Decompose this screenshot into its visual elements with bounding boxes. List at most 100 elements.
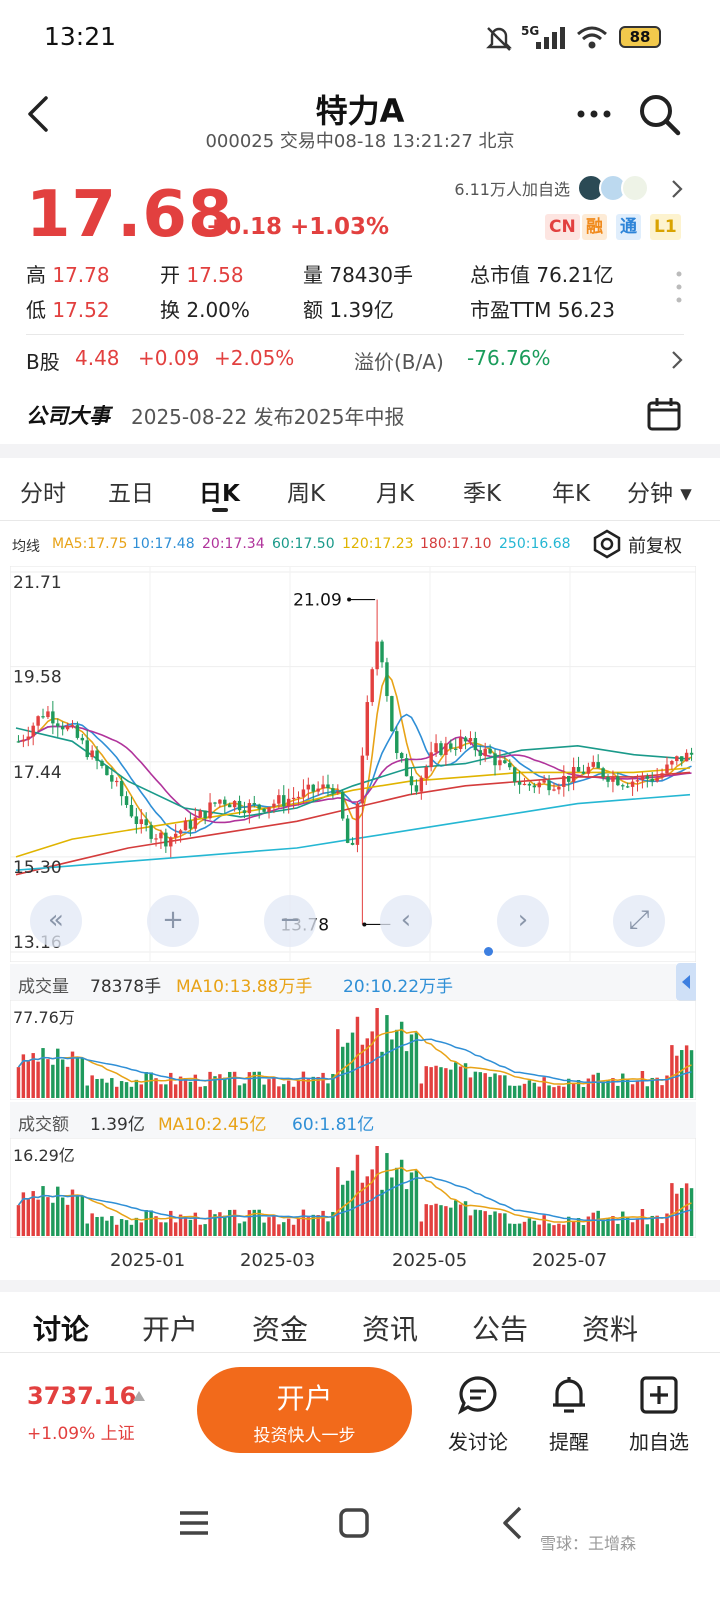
candle-body bbox=[512, 767, 517, 782]
volume-bar bbox=[625, 1079, 630, 1098]
kline-chart[interactable]: 21.7119.5817.4415.3013.16 21.0913.78 bbox=[10, 566, 696, 962]
add-box-icon bbox=[640, 1376, 678, 1414]
more-vertical-icon[interactable] bbox=[675, 270, 683, 304]
candle-body bbox=[424, 767, 428, 779]
volume-bar bbox=[635, 1080, 640, 1098]
chat-icon bbox=[457, 1376, 497, 1415]
scroll-left-fast-button[interactable]: « bbox=[30, 895, 82, 947]
candle-body bbox=[105, 765, 109, 776]
volume-bar bbox=[512, 1223, 517, 1236]
volume-bar bbox=[301, 1209, 306, 1236]
volume-bar bbox=[527, 1080, 532, 1098]
x-tick: 2025-07 bbox=[532, 1250, 608, 1271]
volume-bar bbox=[291, 1086, 296, 1098]
tab-open-account[interactable]: 开户 bbox=[142, 1308, 198, 1348]
candle-body bbox=[321, 784, 325, 789]
adjust-label[interactable]: 前复权 bbox=[628, 532, 682, 558]
tab-announcements[interactable]: 公告 bbox=[472, 1308, 528, 1348]
add-watchlist-button[interactable]: 加自选 bbox=[611, 1372, 707, 1455]
price-tick: 15.30 bbox=[13, 858, 62, 878]
scroll-right-button[interactable]: › bbox=[497, 895, 549, 947]
fullscreen-button[interactable]: ⤢ bbox=[613, 895, 665, 947]
volume-bar bbox=[434, 1065, 438, 1098]
tab-intraday[interactable]: 分时 bbox=[20, 474, 66, 508]
tab-monthly-k[interactable]: 月K bbox=[376, 474, 414, 508]
mute-icon bbox=[486, 27, 512, 51]
tab-five-day[interactable]: 五日 bbox=[108, 474, 154, 508]
watchers-count[interactable]: 6.11万人加自选 bbox=[380, 176, 570, 200]
candle-body bbox=[596, 762, 600, 769]
tab-quarterly-k[interactable]: 季K bbox=[463, 474, 501, 508]
zoom-out-button[interactable]: − bbox=[264, 895, 316, 947]
volume-bar bbox=[173, 1222, 178, 1236]
volume-bar bbox=[227, 1209, 232, 1236]
stat-mktcap: 总市值 76.21亿 bbox=[470, 263, 614, 287]
volume-bar bbox=[149, 1072, 153, 1098]
volume-bar bbox=[640, 1071, 645, 1098]
scroll-left-button[interactable]: ‹ bbox=[380, 895, 432, 947]
ma-legend-item: 120:17.23 bbox=[342, 536, 414, 552]
company-event-row[interactable]: 公司大事 2025-08-22 发布2025年中报 bbox=[0, 388, 720, 440]
candle-body bbox=[478, 750, 483, 756]
candle-body bbox=[159, 832, 163, 839]
price-change: +0.18 +1.03% bbox=[206, 214, 390, 240]
more-icon[interactable] bbox=[576, 108, 612, 120]
zoom-in-button[interactable]: + bbox=[147, 895, 199, 947]
volume-bar bbox=[399, 1021, 404, 1098]
volume-bar bbox=[36, 1199, 40, 1236]
bshare-row[interactable]: B股 4.48 +0.09 +2.05% 溢价(B/A) -76.76% bbox=[0, 336, 720, 382]
tab-weekly-k[interactable]: 周K bbox=[287, 474, 325, 508]
tab-capital[interactable]: 资金 bbox=[252, 1308, 308, 1348]
calendar-icon[interactable] bbox=[646, 396, 682, 432]
alert-button[interactable]: 提醒 bbox=[521, 1372, 617, 1455]
search-icon[interactable] bbox=[638, 93, 682, 137]
candle-body bbox=[41, 716, 45, 718]
volume-bar bbox=[326, 1221, 330, 1236]
volume-bar bbox=[203, 1086, 207, 1098]
volume-chart[interactable] bbox=[10, 1000, 696, 1100]
volume-bar bbox=[100, 1078, 104, 1098]
tab-news[interactable]: 资讯 bbox=[362, 1308, 418, 1348]
candle-body bbox=[630, 781, 635, 787]
tab-daily-k[interactable]: 日K bbox=[199, 474, 240, 508]
chevron-left-icon bbox=[682, 975, 690, 989]
candle-body bbox=[508, 763, 512, 768]
price-tick: 17.44 bbox=[13, 763, 62, 783]
candle-body bbox=[581, 771, 586, 774]
tab-discussion[interactable]: 讨论 bbox=[33, 1308, 89, 1348]
panel-toggle[interactable] bbox=[676, 963, 696, 1001]
volume-bar bbox=[409, 1172, 414, 1236]
candle-body bbox=[345, 818, 350, 843]
tab-minute[interactable]: 分钟 ▾ bbox=[627, 474, 692, 508]
post-discussion-button[interactable]: 发讨论 bbox=[430, 1372, 526, 1455]
system-nav-bar: 雪球：王增森 bbox=[0, 1490, 720, 1600]
amount-chart[interactable] bbox=[10, 1138, 696, 1238]
volume-bar bbox=[95, 1078, 99, 1098]
volume-bar bbox=[51, 1202, 55, 1236]
watcher-avatars[interactable] bbox=[577, 172, 663, 204]
ma-legend-item: MA5:17.75 bbox=[52, 536, 128, 552]
chevron-right-icon[interactable] bbox=[670, 179, 684, 199]
index-change: +1.09% 上证 bbox=[27, 1424, 135, 1444]
tab-profile[interactable]: 资料 bbox=[582, 1308, 638, 1348]
candle-body bbox=[527, 783, 532, 786]
adjust-icon[interactable] bbox=[592, 529, 622, 559]
tab-yearly-k[interactable]: 年K bbox=[552, 474, 590, 508]
candle-body bbox=[522, 783, 527, 786]
volume-bar bbox=[164, 1222, 168, 1236]
volume-bar bbox=[532, 1082, 537, 1098]
volume-bar bbox=[508, 1085, 512, 1098]
volume-bar bbox=[223, 1077, 227, 1098]
section-divider bbox=[0, 1280, 720, 1292]
candle-body bbox=[483, 748, 487, 756]
index-ticker[interactable]: 3737.16 +1.09% 上证 bbox=[0, 1352, 180, 1462]
open-account-button[interactable]: 开户 投资快人一步 bbox=[197, 1367, 412, 1453]
volume-bar bbox=[46, 1197, 50, 1236]
home-icon[interactable] bbox=[338, 1507, 370, 1539]
volume-bar bbox=[41, 1186, 45, 1236]
candle-body bbox=[262, 808, 266, 812]
menu-icon[interactable] bbox=[176, 1508, 212, 1538]
divider bbox=[26, 334, 684, 335]
volume-bar bbox=[542, 1077, 546, 1098]
back-nav-icon[interactable] bbox=[500, 1505, 524, 1541]
